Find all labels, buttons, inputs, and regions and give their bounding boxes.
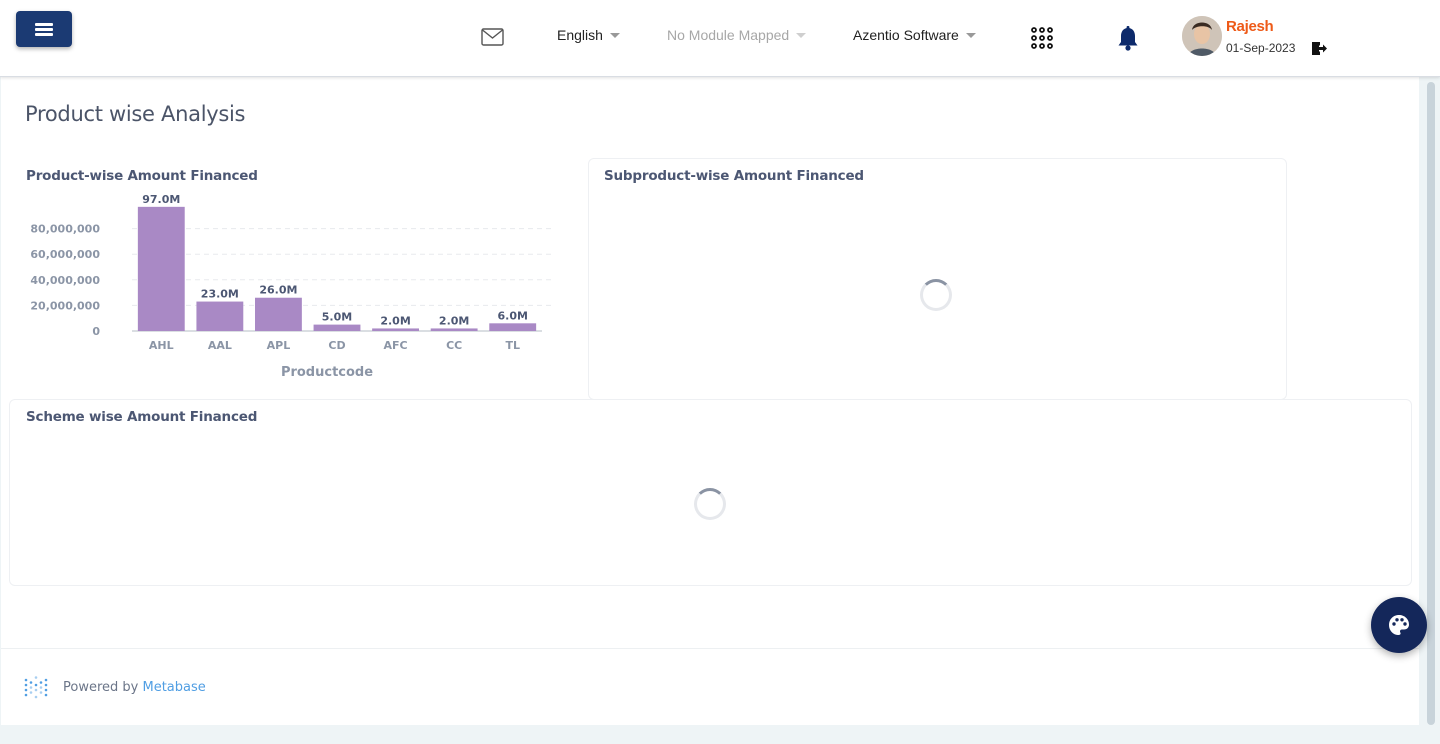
x-tick-label: AAL xyxy=(208,339,232,352)
bar xyxy=(430,328,478,331)
theme-button[interactable] xyxy=(1371,597,1427,653)
company-dropdown[interactable]: Azentio Software xyxy=(853,27,976,43)
module-dropdown[interactable]: No Module Mapped xyxy=(667,27,807,43)
data-label: 23.0M xyxy=(201,288,239,301)
menu-button[interactable] xyxy=(16,11,72,47)
mail-icon[interactable] xyxy=(481,28,504,51)
x-tick-label: TL xyxy=(505,339,520,352)
company-label: Azentio Software xyxy=(853,27,959,43)
logout-icon[interactable] xyxy=(1311,41,1327,61)
bar xyxy=(372,328,419,331)
x-tick-label: CC xyxy=(446,339,462,352)
loading-spinner xyxy=(920,279,952,311)
scrollbar-thumb[interactable] xyxy=(1427,82,1435,725)
chevron-down-icon xyxy=(965,32,976,38)
data-label: 2.0M xyxy=(380,314,410,327)
menu-icon xyxy=(35,22,53,36)
data-label: 6.0M xyxy=(497,309,527,322)
powered-by-prefix: Powered by xyxy=(63,680,139,695)
apps-grid-icon[interactable] xyxy=(1031,27,1053,54)
y-tick-label: 80,000,000 xyxy=(30,223,100,236)
data-label: 26.0M xyxy=(259,284,297,297)
bar xyxy=(196,301,244,331)
footer-divider xyxy=(1,648,1419,649)
bar xyxy=(313,324,361,331)
x-tick-label: AFC xyxy=(384,339,408,352)
bar xyxy=(489,323,537,331)
metabase-logo-icon[interactable] xyxy=(24,676,48,705)
x-tick-label: CD xyxy=(328,339,345,352)
language-label: English xyxy=(557,27,603,43)
palette-icon xyxy=(1389,615,1409,635)
bar xyxy=(255,297,302,331)
user-name: Rajesh xyxy=(1226,18,1274,35)
bar xyxy=(137,206,185,331)
x-tick-label: AHL xyxy=(149,339,174,352)
data-label: 97.0M xyxy=(142,193,180,206)
data-label: 5.0M xyxy=(322,311,352,324)
loading-spinner xyxy=(694,488,726,520)
chevron-down-icon xyxy=(609,32,620,38)
chevron-down-icon xyxy=(796,32,807,38)
module-label: No Module Mapped xyxy=(667,27,790,43)
data-label: 2.0M xyxy=(439,314,469,327)
avatar[interactable] xyxy=(1182,16,1222,56)
bell-icon[interactable] xyxy=(1117,26,1139,56)
top-bar: English No Module Mapped Azentio Softwar… xyxy=(0,0,1440,77)
powered-by-text: Powered by Metabase xyxy=(63,680,206,695)
product-bar-chart: 0 20,000,000 40,000,000 60,000,000 80,000,00… xyxy=(30,193,552,380)
metabase-link[interactable]: Metabase xyxy=(143,680,206,695)
page-title: Product wise Analysis xyxy=(25,102,246,126)
x-tick-label: APL xyxy=(267,339,291,352)
y-tick-label: 60,000,000 xyxy=(30,248,100,261)
y-tick-label: 20,000,000 xyxy=(30,299,100,312)
user-date: 01-Sep-2023 xyxy=(1226,41,1296,55)
subproduct-chart-title: Subproduct-wise Amount Financed xyxy=(604,168,864,184)
y-tick-label: 40,000,000 xyxy=(30,274,100,287)
x-axis-label: Productcode xyxy=(281,365,373,380)
language-dropdown[interactable]: English xyxy=(557,27,620,43)
scheme-chart-title: Scheme wise Amount Financed xyxy=(26,409,258,425)
bottom-strip xyxy=(0,725,1440,744)
y-tick-label: 0 xyxy=(92,325,100,338)
